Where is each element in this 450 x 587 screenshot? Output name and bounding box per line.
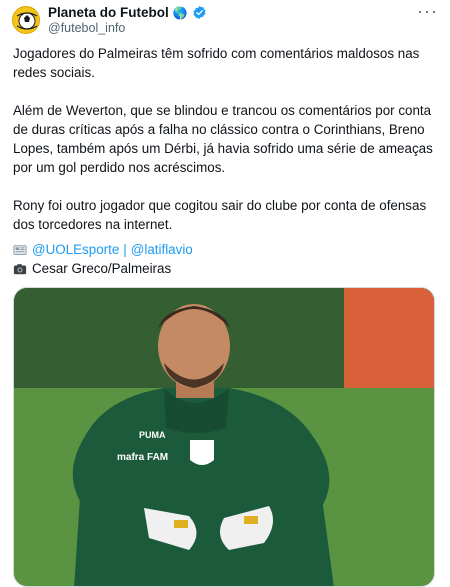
avatar[interactable] (12, 6, 40, 34)
author-name[interactable]: Planeta do Futebol (48, 5, 169, 20)
tweet-photo[interactable]: mafra FAM PUMA (13, 287, 435, 587)
ball-logo-icon (14, 8, 39, 33)
source-link-uolesporte[interactable]: @UOLEsporte (32, 240, 119, 259)
sponsor-text: mafra FAM (117, 452, 168, 463)
credits: @UOLEsporte | @latiflavio Cesar Greco/Pa… (13, 240, 193, 278)
paragraph-3: Rony foi outro jogador que cogitou sair … (13, 198, 427, 232)
newspaper-icon (13, 244, 27, 255)
tweet-header: Planeta do Futebol 🌎 @futebol_info ··· (10, 2, 440, 36)
author-handle[interactable]: @futebol_info (48, 21, 125, 35)
verified-badge-icon (193, 5, 206, 20)
globe-icon: 🌎 (172, 5, 188, 20)
tweet-text: Jogadores do Palmeiras têm sofrido com c… (13, 44, 439, 253)
player-photo: mafra FAM PUMA (14, 288, 434, 586)
more-options-button[interactable]: ··· (417, 2, 438, 20)
brand-logo-text: PUMA (139, 430, 166, 440)
photo-credit: Cesar Greco/Palmeiras (32, 261, 172, 276)
paragraph-2: Além de Weverton, que se blindou e tranc… (13, 103, 433, 175)
source-link-latiflavio[interactable]: @latiflavio (131, 240, 193, 259)
paragraph-1: Jogadores do Palmeiras têm sofrido com c… (13, 46, 420, 80)
separator: | (123, 242, 127, 257)
camera-icon (13, 263, 27, 274)
